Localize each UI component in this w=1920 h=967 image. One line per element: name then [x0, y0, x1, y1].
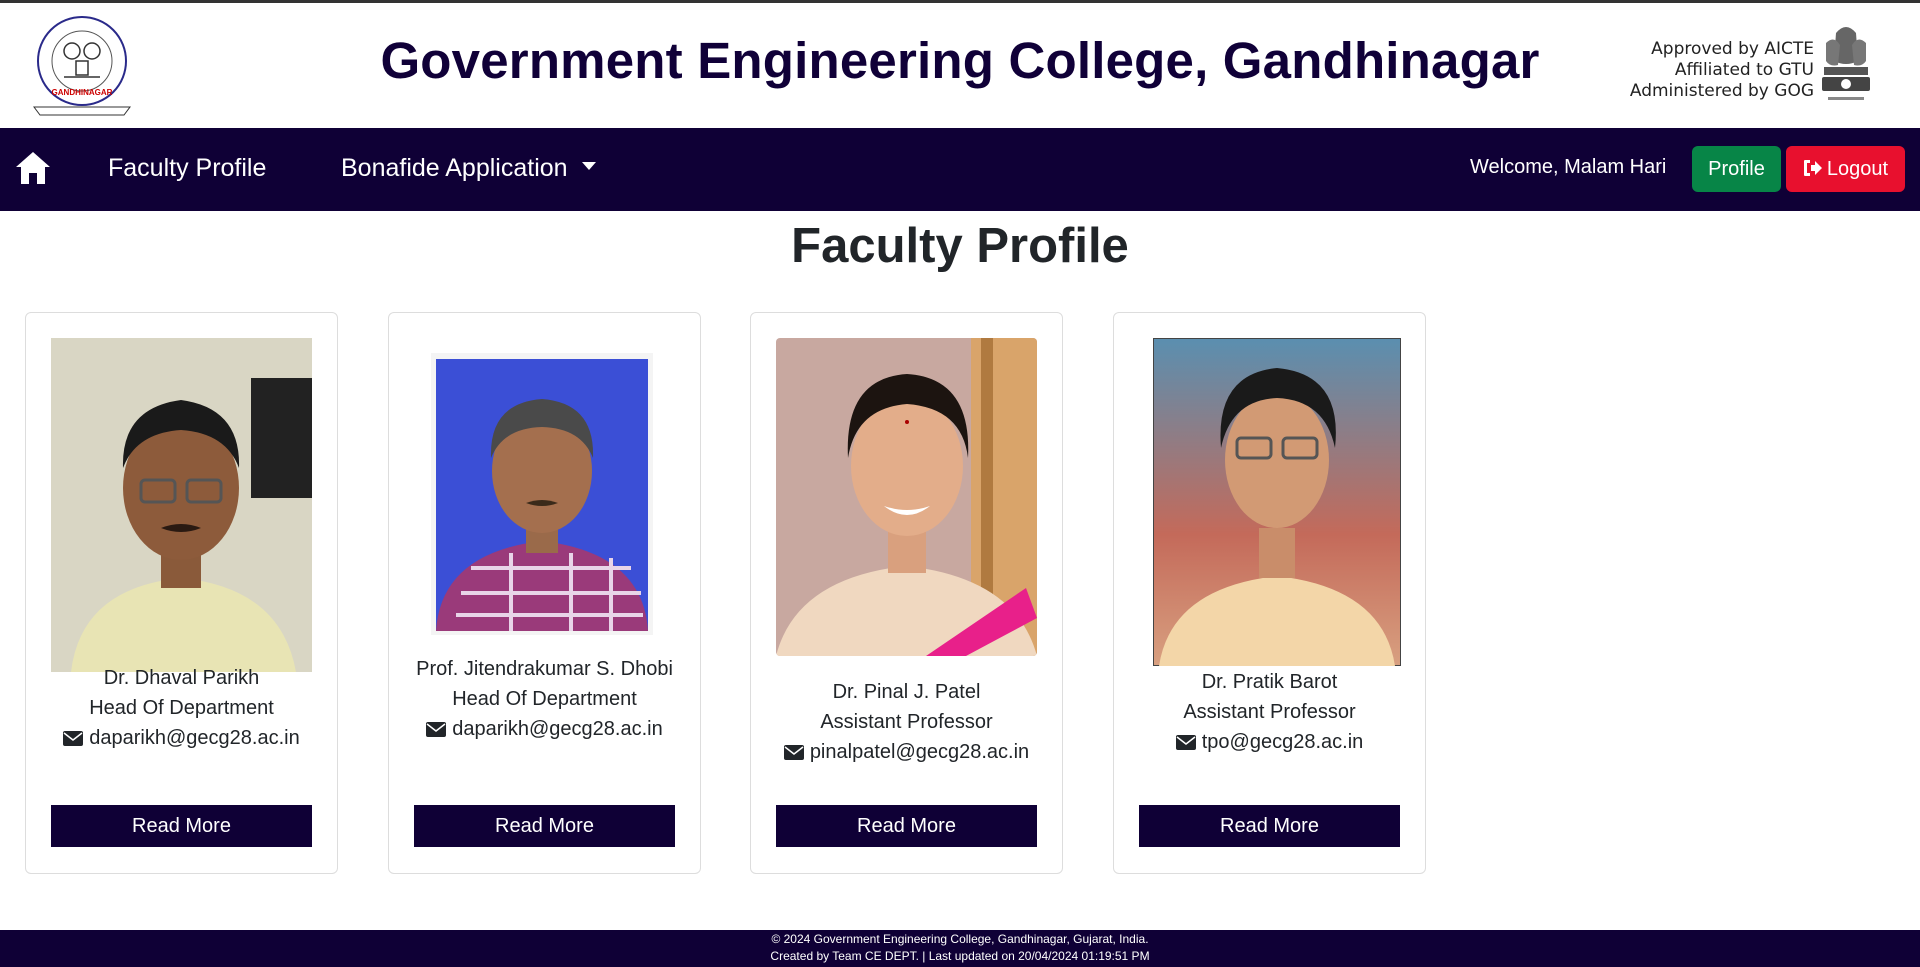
caret-down-icon — [581, 162, 596, 171]
site-footer: © 2024 Government Engineering College, G… — [0, 930, 1920, 967]
site-header: GANDHINAGAR Government Engineering Colle… — [0, 3, 1920, 128]
faculty-name: Dr. Pratik Barot — [1201, 671, 1338, 693]
faculty-designation: Head Of Department — [452, 688, 637, 710]
faculty-designation: Assistant Professor — [1183, 701, 1356, 723]
read-more-button[interactable]: Read More — [776, 805, 1037, 847]
approval-line-gtu: Affiliated to GTU — [1674, 60, 1814, 80]
logout-label: Logout — [1826, 158, 1889, 180]
envelope-icon — [426, 722, 447, 737]
faculty-info: Prof. Jitendrakumar S. Dhobi Head Of Dep… — [389, 654, 700, 744]
envelope-icon — [1175, 735, 1196, 750]
read-more-button[interactable]: Read More — [414, 805, 675, 847]
faculty-name: Prof. Jitendrakumar S. Dhobi — [416, 658, 673, 680]
envelope-icon — [63, 731, 84, 746]
faculty-card: Dr. Pinal J. Patel Assistant Professor p… — [750, 312, 1063, 874]
faculty-info: Dr. Dhaval Parikh Head Of Department dap… — [26, 663, 337, 753]
faculty-email: pinalpatel@gecg28.ac.in — [751, 737, 1062, 767]
faculty-email-text: pinalpatel@gecg28.ac.in — [809, 741, 1030, 763]
logout-button[interactable]: Logout — [1786, 146, 1905, 192]
read-more-button[interactable]: Read More — [51, 805, 312, 847]
faculty-designation: Head Of Department — [89, 697, 274, 719]
footer-credits: Created by Team CE DEPT. | Last updated … — [770, 949, 1150, 963]
faculty-email: daparikh@gecg28.ac.in — [389, 714, 700, 744]
faculty-info: Dr. Pratik Barot Assistant Professor tpo… — [1114, 667, 1425, 757]
faculty-photo — [1153, 338, 1401, 666]
sign-out-icon — [1803, 160, 1822, 176]
faculty-card: Prof. Jitendrakumar S. Dhobi Head Of Dep… — [388, 312, 701, 874]
faculty-email-text: daparikh@gecg28.ac.in — [89, 727, 300, 749]
footer-copyright: © 2024 Government Engineering College, G… — [771, 932, 1149, 946]
profile-button[interactable]: Profile — [1692, 146, 1781, 192]
faculty-card: Dr. Dhaval Parikh Head Of Department dap… — [25, 312, 338, 874]
read-more-button[interactable]: Read More — [1139, 805, 1400, 847]
national-emblem-icon — [1822, 27, 1870, 100]
faculty-card: Dr. Pratik Barot Assistant Professor tpo… — [1113, 312, 1426, 874]
faculty-photo — [51, 338, 312, 672]
faculty-photo — [431, 353, 653, 635]
faculty-info: Dr. Pinal J. Patel Assistant Professor p… — [751, 677, 1062, 767]
approval-line-gog: Administered by GOG — [1629, 81, 1814, 101]
approval-line-aicte: Approved by AICTE — [1651, 39, 1814, 59]
page-title: Faculty Profile — [791, 219, 1129, 273]
nav-faculty-profile-label: Faculty Profile — [108, 154, 267, 182]
faculty-email-text: tpo@gecg28.ac.in — [1201, 731, 1364, 753]
envelope-icon — [783, 745, 804, 760]
approval-text: Approved by AICTE Affiliated to GTU Admi… — [1630, 39, 1814, 102]
main-navbar: Faculty Profile Bonafide Application Wel… — [0, 128, 1920, 211]
nav-bonafide-application-label: Bonafide Application — [341, 154, 568, 182]
faculty-name: Dr. Dhaval Parikh — [103, 667, 260, 689]
home-icon[interactable] — [14, 150, 52, 186]
nav-faculty-profile[interactable]: Faculty Profile — [108, 154, 266, 183]
faculty-photo — [776, 338, 1037, 656]
faculty-email: daparikh@gecg28.ac.in — [26, 723, 337, 753]
faculty-email: tpo@gecg28.ac.in — [1114, 727, 1425, 757]
faculty-designation: Assistant Professor — [820, 711, 993, 733]
faculty-email-text: daparikh@gecg28.ac.in — [452, 718, 663, 740]
nav-bonafide-application-dropdown[interactable]: Bonafide Application — [341, 154, 596, 183]
faculty-name: Dr. Pinal J. Patel — [832, 681, 981, 703]
welcome-text: Welcome, Malam Hari — [1470, 156, 1667, 178]
